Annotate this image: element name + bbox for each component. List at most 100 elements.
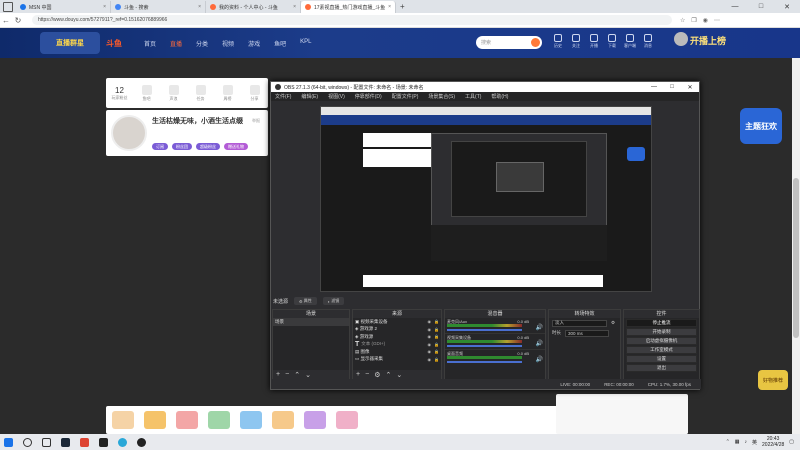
stat-yuba[interactable]: 鱼吧: [133, 84, 160, 102]
speaker-icon[interactable]: 🔊: [536, 340, 543, 347]
app-icon[interactable]: [95, 435, 111, 449]
maximize-icon[interactable]: □: [748, 0, 774, 13]
source-item[interactable]: ▭ 显示器采集 ◉ 🔒: [353, 356, 441, 364]
settings-button[interactable]: 设置: [626, 355, 697, 363]
speaker-icon[interactable]: 🔊: [536, 356, 543, 363]
nav-category[interactable]: 分类: [196, 39, 208, 48]
nav-home[interactable]: 首页: [144, 39, 156, 48]
speaker-icon[interactable]: 🔊: [536, 324, 543, 331]
remove-scene-icon[interactable]: −: [285, 371, 289, 378]
user-avatar[interactable]: [674, 32, 688, 46]
theme-carnival-badge[interactable]: 主题狂欢: [740, 108, 782, 144]
input-method-label[interactable]: 英: [752, 439, 757, 446]
source-item[interactable]: ◈ 游戏源 2 ◉ 🔒: [353, 326, 441, 334]
broadcast-icon[interactable]: 开播: [588, 34, 600, 49]
obs-preview[interactable]: [320, 106, 652, 292]
move-up-icon[interactable]: ⌃: [294, 371, 300, 379]
reload-icon[interactable]: ↻: [12, 16, 24, 25]
gift-item[interactable]: [272, 411, 294, 429]
stat-share[interactable]: 分享: [241, 84, 268, 102]
stat-wave[interactable]: 声浪: [160, 84, 187, 102]
gift-item[interactable]: [208, 411, 230, 429]
client-icon[interactable]: 客户端: [624, 34, 636, 49]
back-arrow-icon[interactable]: ←: [0, 16, 12, 25]
message-icon[interactable]: 消息: [642, 34, 654, 49]
studio-mode-button[interactable]: 工作室模式: [626, 346, 697, 354]
menu-profile[interactable]: 配置文件(P): [392, 93, 419, 100]
gift-item[interactable]: [304, 411, 326, 429]
lock-icon[interactable]: 🔒: [434, 357, 439, 362]
edge-icon[interactable]: [114, 435, 130, 449]
menu-scene-collection[interactable]: 场景集合(S): [428, 93, 455, 100]
nav-yuba[interactable]: 鱼吧: [274, 39, 286, 48]
task-view-icon[interactable]: [38, 435, 54, 449]
profile-icon[interactable]: ◉: [703, 17, 708, 24]
subscribe-chip[interactable]: 订阅: [152, 143, 168, 150]
gift-chip[interactable]: 赠送礼物: [224, 143, 248, 150]
nav-kpl[interactable]: KPL: [300, 39, 311, 48]
source-item[interactable]: ◈ 游戏源 ◉ 🔒: [353, 333, 441, 341]
menu-view[interactable]: 视图(V): [328, 93, 345, 100]
favorite-star-icon[interactable]: ☆: [680, 17, 685, 24]
lock-icon[interactable]: 🔒: [434, 327, 439, 332]
sources-list[interactable]: ▣ 视频采集设备 ◉ 🔒 ◈ 游戏源 2 ◉ 🔒 ◈ 游戏源 ◉ 🔒 T 文本 (GDI+)…: [353, 318, 441, 370]
report-link[interactable]: 举报: [252, 118, 260, 124]
move-down-icon[interactable]: ⌄: [396, 371, 402, 379]
move-down-icon[interactable]: ⌄: [305, 371, 311, 379]
anchor-avatar[interactable]: [111, 115, 147, 151]
obs-maximize-icon[interactable]: □: [663, 84, 681, 91]
nav-video[interactable]: 视频: [222, 39, 234, 48]
network-icon[interactable]: ▦: [735, 439, 740, 445]
gift-item[interactable]: [144, 411, 166, 429]
start-virtual-camera-button[interactable]: 启动虚拟摄像机: [626, 337, 697, 345]
fan-club-chip[interactable]: 粉丝团: [172, 143, 192, 150]
visibility-eye-icon[interactable]: ◉: [428, 349, 432, 354]
minimize-icon[interactable]: —: [722, 0, 748, 13]
start-windows-icon[interactable]: [0, 435, 16, 449]
notification-icon[interactable]: ▢: [789, 439, 794, 445]
visibility-eye-icon[interactable]: ◉: [428, 319, 432, 324]
collections-icon[interactable]: ❐: [691, 17, 696, 24]
lock-icon[interactable]: 🔒: [434, 342, 439, 347]
source-item[interactable]: T 文本 (GDI+) ◉ 🔒: [353, 341, 441, 349]
source-item[interactable]: ▤ 图像 ◉ 🔒: [353, 348, 441, 356]
transition-select[interactable]: 淡入: [552, 319, 607, 327]
banner-badge[interactable]: 直播群星: [40, 32, 100, 54]
tab-profile[interactable]: 我的资料 - 个人中心 - 斗鱼 ×: [206, 1, 301, 13]
super-fan-chip[interactable]: 超级粉丝: [196, 143, 220, 150]
backpack-panel[interactable]: [556, 394, 688, 434]
exit-button[interactable]: 退出: [626, 364, 697, 372]
start-recording-button[interactable]: 开始录制: [626, 328, 697, 336]
add-source-icon[interactable]: +: [356, 371, 360, 378]
more-menu-icon[interactable]: ⋯: [714, 17, 720, 24]
lock-icon[interactable]: 🔒: [434, 349, 439, 354]
window-menu-icon[interactable]: [3, 1, 13, 12]
close-tab-icon[interactable]: ×: [293, 4, 296, 10]
obs-minimize-icon[interactable]: —: [645, 84, 663, 91]
close-window-icon[interactable]: ✕: [774, 0, 800, 13]
tab-live[interactable]: 17素视直播_热门游戏直播_斗鱼 ×: [301, 1, 396, 13]
page-scrollbar[interactable]: [792, 58, 800, 434]
volume-icon[interactable]: ♪: [745, 439, 748, 445]
tab-msn[interactable]: MSN 中国 ×: [16, 1, 111, 13]
nav-live[interactable]: 直播: [170, 39, 182, 48]
app-icon[interactable]: [76, 435, 92, 449]
follow-icon[interactable]: 关注: [570, 34, 582, 49]
gift-item[interactable]: [112, 411, 134, 429]
add-scene-icon[interactable]: +: [276, 371, 280, 378]
properties-button[interactable]: ⚙ 属性: [294, 297, 317, 305]
visibility-eye-icon[interactable]: ◉: [428, 334, 432, 339]
source-item[interactable]: ▣ 视频采集设备 ◉ 🔒: [353, 318, 441, 326]
close-tab-icon[interactable]: ×: [103, 4, 106, 10]
lock-icon[interactable]: 🔒: [434, 334, 439, 339]
volume-slider[interactable]: [447, 361, 522, 363]
lock-icon[interactable]: 🔒: [434, 319, 439, 324]
stat-fans[interactable]: 12 玩家粉丝: [106, 86, 133, 101]
clock[interactable]: 20:43 2022/4/28: [762, 436, 784, 448]
transition-settings-gear-icon[interactable]: ⚙: [611, 320, 615, 326]
gift-item[interactable]: [336, 411, 358, 429]
nav-games[interactable]: 游戏: [248, 39, 260, 48]
visibility-eye-icon[interactable]: ◉: [428, 357, 432, 362]
site-search-input[interactable]: 搜索: [476, 36, 542, 49]
tray-expand-icon[interactable]: ⌃: [726, 439, 730, 445]
